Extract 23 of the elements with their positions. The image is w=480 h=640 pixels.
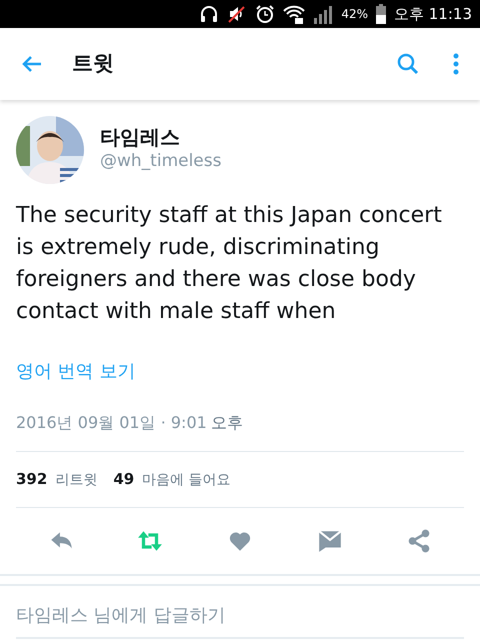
author-handle: @wh_timeless: [100, 150, 222, 174]
tweet-date: 2016년 09월 01일 · 9:01: [16, 412, 207, 434]
battery-icon: [376, 4, 386, 24]
more-icon: [452, 52, 460, 76]
mute-icon: [227, 4, 248, 24]
status-time: 오후 11:13: [394, 4, 472, 25]
stat-label: 마음에 들어요: [142, 471, 231, 490]
screen-title: 트윗: [72, 50, 114, 78]
translate-link[interactable]: 영어 번역 보기: [16, 358, 136, 385]
battery-percent: 42%: [341, 6, 368, 23]
stat-count: 392: [16, 469, 48, 490]
envelope-icon: [316, 528, 343, 554]
stat-label: 리트윗: [55, 471, 98, 490]
share-icon: [406, 528, 432, 554]
signal-icon: [313, 4, 334, 24]
search-icon: [396, 52, 420, 76]
stat-count: 49: [113, 469, 134, 490]
headphones-icon: [199, 4, 220, 24]
tweet-text: The security staff at this Japan concert is extremely rude, discriminating foreigners and there was close body contact with male staff when: [16, 202, 443, 326]
wifi-lock-icon: [283, 4, 306, 24]
author-name: 타임레스: [100, 125, 181, 150]
tweet-time-period: 오후: [210, 412, 243, 434]
alarm-icon: [255, 4, 276, 24]
